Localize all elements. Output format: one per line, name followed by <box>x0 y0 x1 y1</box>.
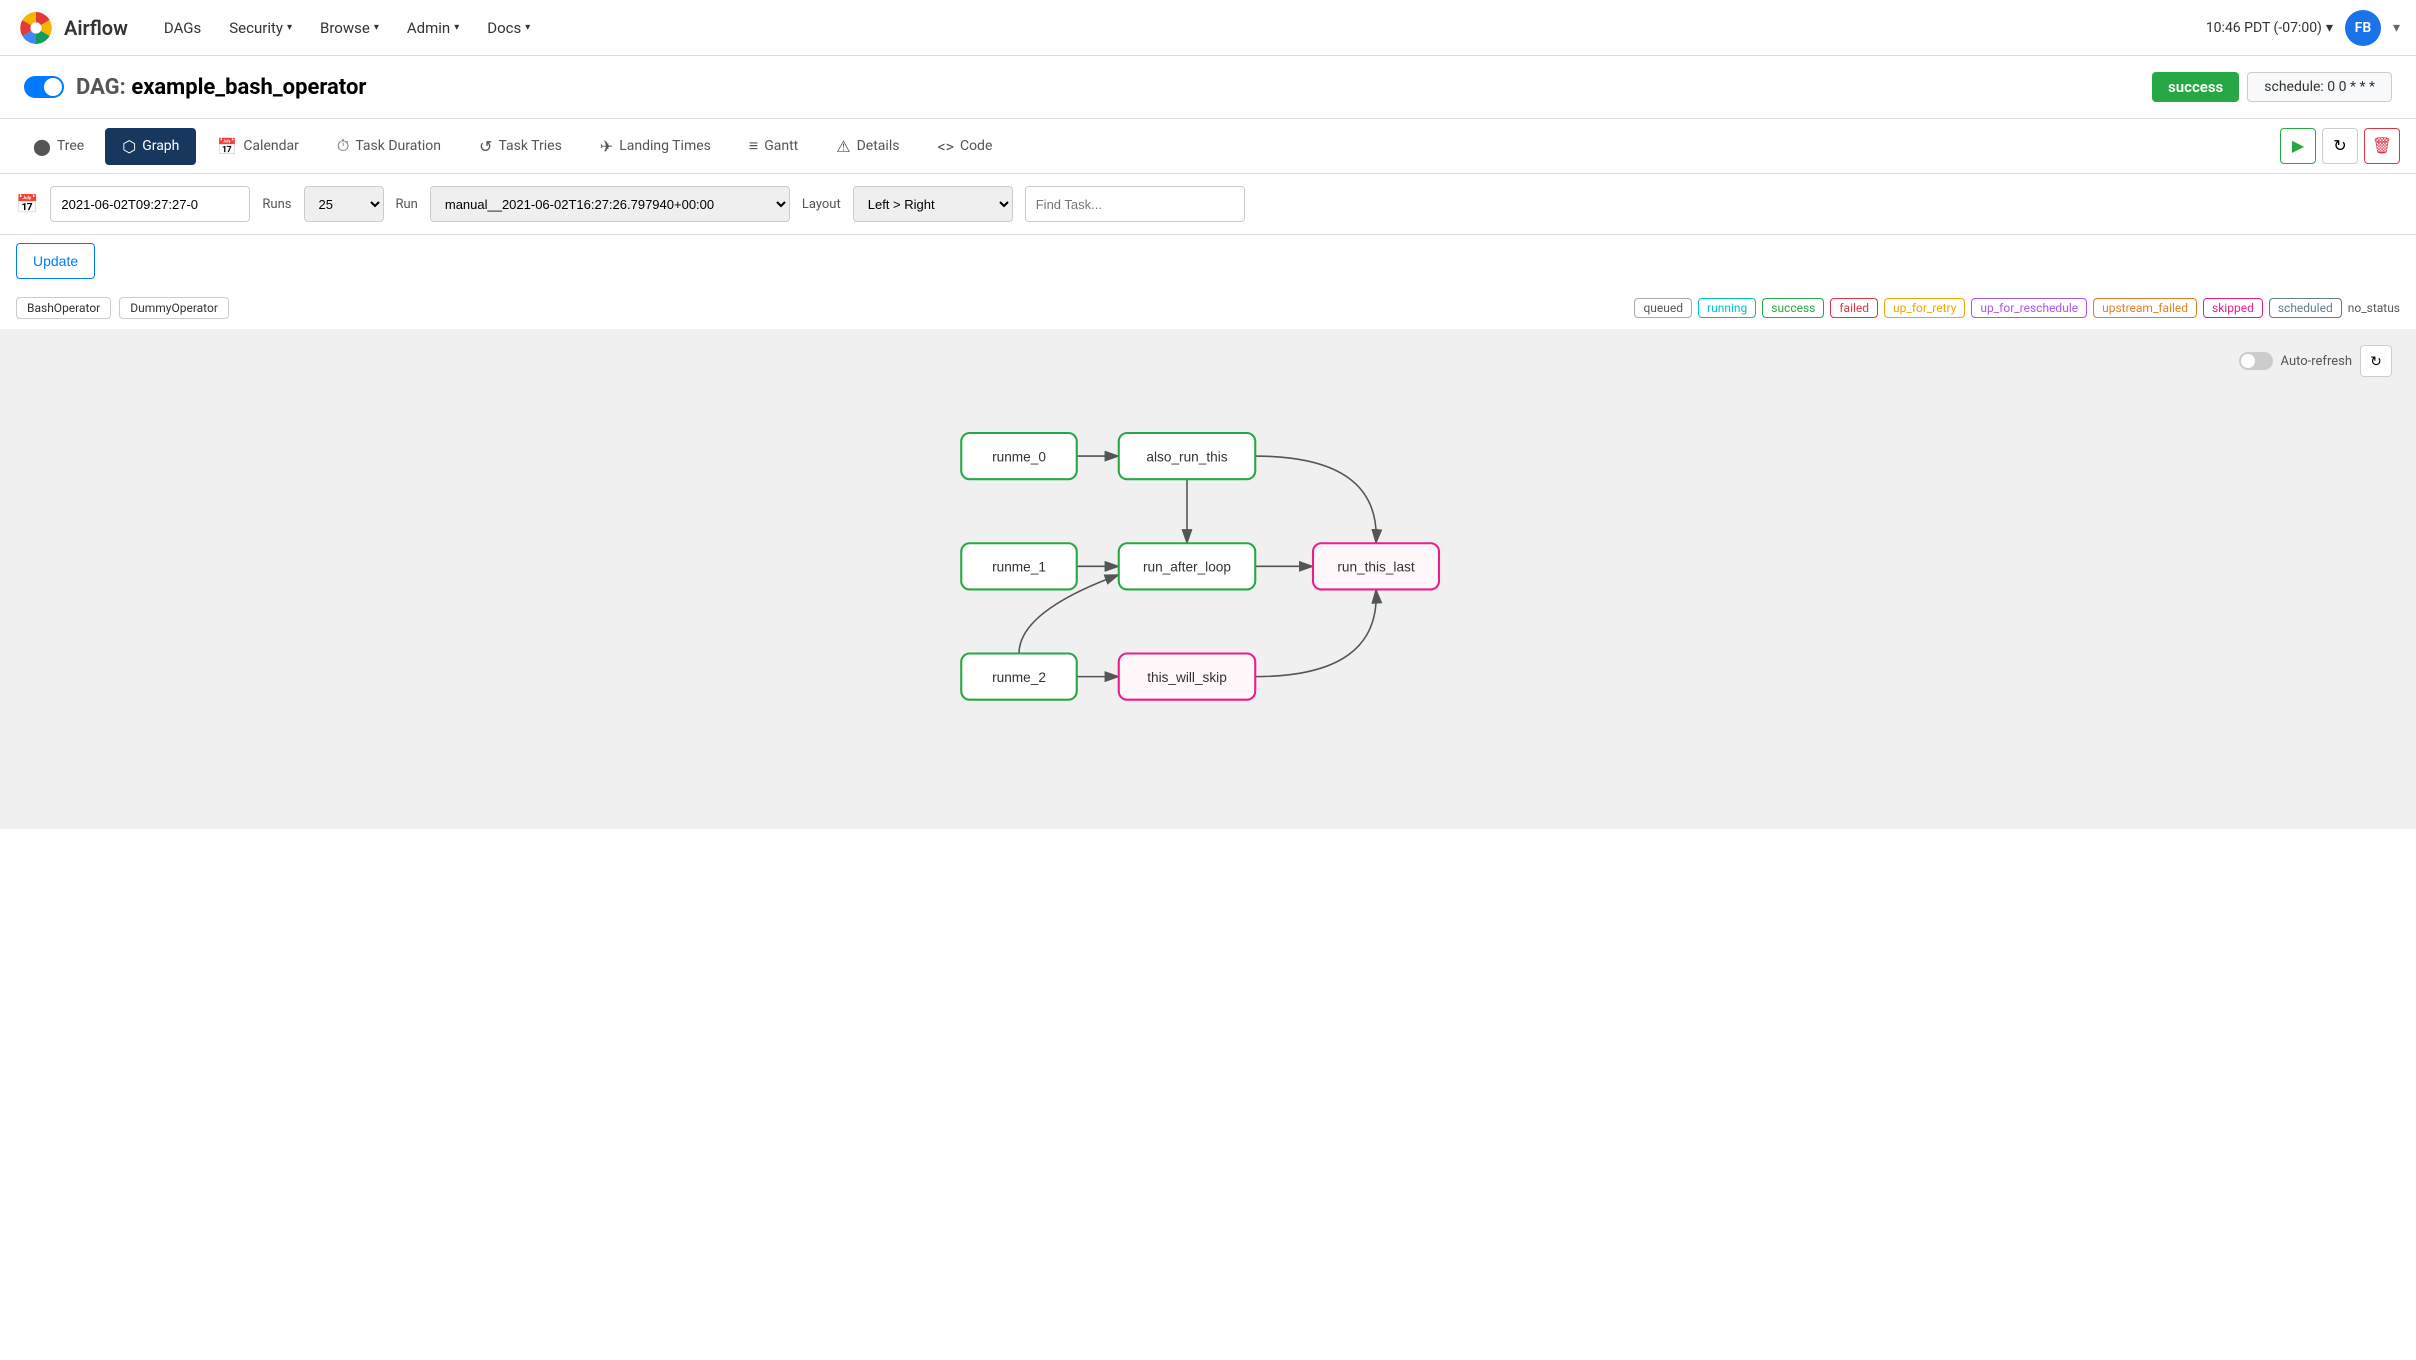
status-up-for-retry[interactable]: up_for_retry <box>1884 298 1965 318</box>
navbar-right: 10:46 PDT (-07:00) ▾ FB ▾ <box>2206 10 2400 46</box>
security-caret-icon: ▾ <box>287 22 292 33</box>
time-display[interactable]: 10:46 PDT (-07:00) ▾ <box>2206 20 2333 36</box>
status-up-for-reschedule[interactable]: up_for_reschedule <box>1971 298 2087 318</box>
edge-also-runthislast <box>1255 456 1376 543</box>
operator-bash[interactable]: BashOperator <box>16 297 111 319</box>
refresh-dag-button[interactable]: ↻ <box>2322 128 2358 164</box>
tab-actions: ▶ ↻ 🗑 <box>2280 128 2400 164</box>
main-nav: DAGs Security ▾ Browse ▾ Admin ▾ Docs ▾ <box>152 11 2206 45</box>
node-runme-0[interactable]: runme_0 <box>961 433 1077 479</box>
graph-icon: ⬡ <box>122 137 136 156</box>
tab-task-duration[interactable]: ⏱ Task Duration <box>320 127 458 165</box>
node-run-after-loop[interactable]: run_after_loop <box>1119 543 1256 589</box>
docs-caret-icon: ▾ <box>525 22 530 33</box>
run-label: Run <box>396 197 418 212</box>
graph-refresh-button[interactable]: ↻ <box>2360 345 2392 377</box>
auto-refresh-label: Auto-refresh <box>2281 354 2352 369</box>
gantt-icon: ≡ <box>749 136 758 156</box>
svg-text:runme_0: runme_0 <box>992 449 1046 464</box>
run-dag-button[interactable]: ▶ <box>2280 128 2316 164</box>
runs-select[interactable]: 25 5 10 50 <box>304 186 384 222</box>
layout-select[interactable]: Left > Right Top > Bottom <box>853 186 1013 222</box>
page-header: DAG: example_bash_operator success sched… <box>0 56 2416 119</box>
controls-bar: 📅 Runs 25 5 10 50 Run manual__2021-06-02… <box>0 174 2416 235</box>
auto-refresh-bar: Auto-refresh ↻ <box>2223 337 2408 385</box>
tab-tree[interactable]: ⬤ Tree <box>16 128 101 165</box>
navbar: Airflow DAGs Security ▾ Browse ▾ Admin ▾… <box>0 0 2416 56</box>
tab-gantt[interactable]: ≡ Gantt <box>732 127 815 165</box>
status-no-status[interactable]: no_status <box>2348 301 2400 315</box>
status-queued[interactable]: queued <box>1634 298 1692 318</box>
tree-icon: ⬤ <box>33 137 51 156</box>
tab-calendar[interactable]: 📅 Calendar <box>200 128 315 165</box>
nav-docs[interactable]: Docs ▾ <box>475 11 542 45</box>
svg-text:also_run_this: also_run_this <box>1146 449 1227 464</box>
update-row: Update <box>0 235 2416 287</box>
tab-details[interactable]: ⚠ Details <box>819 128 916 165</box>
graph-area: Auto-refresh ↻ runme_0 <box>0 329 2416 829</box>
nav-security[interactable]: Security ▾ <box>217 11 304 45</box>
legend-bar: BashOperator DummyOperator queued runnin… <box>0 287 2416 329</box>
status-skipped[interactable]: skipped <box>2203 298 2263 318</box>
status-upstream-failed[interactable]: upstream_failed <box>2093 298 2197 318</box>
svg-text:run_after_loop: run_after_loop <box>1143 560 1231 575</box>
svg-text:run_this_last: run_this_last <box>1337 560 1415 575</box>
dag-graph-svg: runme_0 also_run_this runme_1 run_after_… <box>20 349 2396 769</box>
header-badges: success schedule: 0 0 * * * <box>2152 72 2392 102</box>
status-success[interactable]: success <box>1762 298 1824 318</box>
user-avatar[interactable]: FB <box>2345 10 2381 46</box>
code-icon: <> <box>937 137 954 156</box>
tab-landing-times[interactable]: ✈ Landing Times <box>583 128 728 165</box>
status-running[interactable]: running <box>1698 298 1756 318</box>
svg-text:runme_1: runme_1 <box>992 560 1046 575</box>
brand-name: Airflow <box>64 16 128 40</box>
browse-caret-icon: ▾ <box>374 22 379 33</box>
status-failed[interactable]: failed <box>1830 298 1878 318</box>
schedule-badge: schedule: 0 0 * * * <box>2247 72 2392 102</box>
airflow-logo-icon <box>16 8 56 48</box>
svg-text:runme_2: runme_2 <box>992 670 1046 685</box>
landing-times-icon: ✈ <box>600 137 613 156</box>
node-this-will-skip[interactable]: this_will_skip <box>1119 654 1256 700</box>
update-button[interactable]: Update <box>16 243 95 279</box>
time-caret-icon: ▾ <box>2326 20 2333 36</box>
status-scheduled[interactable]: scheduled <box>2269 298 2342 318</box>
auto-refresh-toggle[interactable] <box>2239 352 2273 370</box>
user-caret-icon[interactable]: ▾ <box>2393 20 2400 36</box>
nav-browse[interactable]: Browse ▾ <box>308 11 391 45</box>
dag-title: DAG: example_bash_operator <box>76 75 366 100</box>
tab-task-tries[interactable]: ↺ Task Tries <box>462 128 579 165</box>
calendar-icon: 📅 <box>217 137 237 156</box>
node-runme-2[interactable]: runme_2 <box>961 654 1077 700</box>
svg-text:this_will_skip: this_will_skip <box>1147 670 1227 685</box>
brand-logo[interactable]: Airflow <box>16 8 128 48</box>
status-legend: queued running success failed up_for_ret… <box>1634 298 2400 318</box>
nav-dags[interactable]: DAGs <box>152 11 213 45</box>
layout-label: Layout <box>802 197 841 212</box>
runs-label: Runs <box>262 197 291 212</box>
details-icon: ⚠ <box>836 137 850 156</box>
run-select[interactable]: manual__2021-06-02T16:27:26.797940+00:00 <box>430 186 790 222</box>
node-runme-1[interactable]: runme_1 <box>961 543 1077 589</box>
status-badge: success <box>2152 72 2239 102</box>
task-duration-icon: ⏱ <box>337 136 349 156</box>
node-also-run-this[interactable]: also_run_this <box>1119 433 1256 479</box>
operator-dummy[interactable]: DummyOperator <box>119 297 229 319</box>
node-run-this-last[interactable]: run_this_last <box>1313 543 1439 589</box>
dag-toggle[interactable] <box>24 76 64 98</box>
tab-graph[interactable]: ⬡ Graph <box>105 128 196 165</box>
delete-dag-button[interactable]: 🗑 <box>2364 128 2400 164</box>
date-calendar-icon: 📅 <box>16 194 38 215</box>
admin-caret-icon: ▾ <box>454 22 459 33</box>
tab-code[interactable]: <> Code <box>920 128 1009 165</box>
date-input[interactable] <box>50 186 250 222</box>
nav-admin[interactable]: Admin ▾ <box>395 11 471 45</box>
tabs-bar: ⬤ Tree ⬡ Graph 📅 Calendar ⏱ Task Duratio… <box>0 119 2416 174</box>
edge-thiswillskip-runthislast <box>1255 589 1376 676</box>
find-task-input[interactable] <box>1025 186 1245 222</box>
task-tries-icon: ↺ <box>479 137 492 156</box>
